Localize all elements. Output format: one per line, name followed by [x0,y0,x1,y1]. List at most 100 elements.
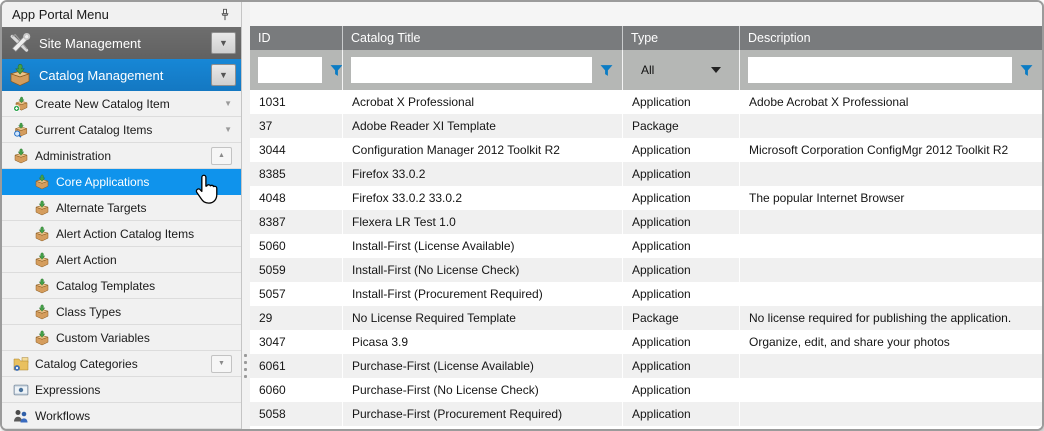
table-row[interactable]: 5058Purchase-First (Procurement Required… [250,402,1042,426]
table-cell-description [739,234,1042,258]
workflows-icon [12,407,29,424]
sidebar-item-core-applications[interactable]: Core Applications [2,169,241,195]
pin-icon[interactable] [217,7,233,23]
table-cell-type: Application [622,210,739,234]
column-header-description[interactable]: Description [739,26,1042,50]
table-cell-title: Install-First (No License Check) [342,258,622,282]
sidebar-item-label: Catalog Management [39,68,211,83]
table-filter-row: All [250,50,1042,90]
table-row[interactable]: 29No License Required TemplatePackageNo … [250,306,1042,330]
splitter[interactable] [242,2,250,429]
table-cell-id: 5057 [250,282,342,306]
chevron-up-icon[interactable]: ▲ [211,147,232,165]
table-cell-id: 8387 [250,210,342,234]
chevron-down-icon[interactable]: ▼ [224,100,232,108]
package-search-icon [12,121,29,138]
table-cell-title: Firefox 33.0.2 33.0.2 [342,186,622,210]
sidebar-item-alert-action[interactable]: Alert Action [2,247,241,273]
package-icon [12,147,29,164]
sidebar-item-label: Administration [35,149,211,163]
table-cell-title: Firefox 33.0.2 [342,162,622,186]
sidebar-item-label: Create New Catalog Item [35,97,224,111]
filter-funnel-icon[interactable] [600,64,614,77]
column-header-type[interactable]: Type [622,26,739,50]
table-row[interactable]: 8387Flexera LR Test 1.0Application [250,210,1042,234]
table-cell-title: Purchase-First (No License Check) [342,378,622,402]
table-cell-description: Microsoft Corporation ConfigMgr 2012 Too… [739,138,1042,162]
table-cell-id: 6061 [250,354,342,378]
package-icon [33,199,50,216]
table-row[interactable]: 5060Install-First (License Available)App… [250,234,1042,258]
chevron-down-icon[interactable]: ▼ [211,64,236,86]
sidebar-item-catalog-categories[interactable]: Catalog Categories▼ [2,351,241,377]
table-cell-description [739,114,1042,138]
table-cell-id: 5059 [250,258,342,282]
dropdown-arrow-icon [711,67,721,73]
table-row[interactable]: 37Adobe Reader XI TemplatePackage [250,114,1042,138]
sidebar-item-label: Site Management [39,36,211,51]
table-row[interactable]: 6060Purchase-First (No License Check)App… [250,378,1042,402]
sidebar-item-catalog-management[interactable]: Catalog Management▼ [2,59,241,91]
table-cell-id: 6060 [250,378,342,402]
description-filter-input[interactable] [748,57,1012,83]
table-cell-type: Application [622,138,739,162]
package-add-icon [12,95,29,112]
table-row[interactable]: 6061Purchase-First (License Available)Ap… [250,354,1042,378]
chevron-down-icon[interactable]: ▼ [224,126,232,134]
table-cell-title: Picasa 3.9 [342,330,622,354]
sidebar-item-label: Workflows [35,409,241,423]
table-row[interactable]: 8385Firefox 33.0.2Application [250,162,1042,186]
column-header-title[interactable]: Catalog Title [342,26,622,50]
table-cell-title: Adobe Reader XI Template [342,114,622,138]
package-icon [33,225,50,242]
sidebar-item-alert-action-catalog-items[interactable]: Alert Action Catalog Items [2,221,241,247]
table-row[interactable]: 5059Install-First (No License Check)Appl… [250,258,1042,282]
sidebar-item-alternate-targets[interactable]: Alternate Targets [2,195,241,221]
sidebar-item-class-types[interactable]: Class Types [2,299,241,325]
expressions-icon [12,381,29,398]
sidebar-item-administration[interactable]: Administration▲ [2,143,241,169]
sidebar-item-label: Alternate Targets [56,201,241,215]
package-icon [33,329,50,346]
sidebar-item-label: Alert Action Catalog Items [56,227,241,241]
table-cell-description: Organize, edit, and share your photos [739,330,1042,354]
table-cell-title: Install-First (Procurement Required) [342,282,622,306]
sidebar-item-create-new-catalog-item[interactable]: Create New Catalog Item▼ [2,91,241,117]
type-filter-value: All [635,63,711,77]
column-header-id[interactable]: ID [250,26,342,50]
content-area: ID Catalog Title Type Description [250,2,1042,429]
sidebar-item-label: Expressions [35,383,241,397]
package-icon [33,303,50,320]
sidebar-item-custom-variables[interactable]: Custom Variables [2,325,241,351]
table-row[interactable]: 3047Picasa 3.9ApplicationOrganize, edit,… [250,330,1042,354]
table-cell-type: Application [622,378,739,402]
filter-cell-description [739,50,1042,90]
sidebar-item-workflows[interactable]: Workflows [2,403,241,429]
table-cell-id: 29 [250,306,342,330]
table-row[interactable]: 5057Install-First (Procurement Required)… [250,282,1042,306]
content-top-strip [250,2,1042,26]
filter-funnel-icon[interactable] [1020,64,1034,77]
table-row[interactable]: 1031Acrobat X ProfessionalApplicationAdo… [250,90,1042,114]
sidebar-title-bar: App Portal Menu [2,2,241,27]
id-filter-input[interactable] [258,57,322,83]
sidebar-item-site-management[interactable]: Site Management▼ [2,27,241,59]
sidebar-item-catalog-templates[interactable]: Catalog Templates [2,273,241,299]
chevron-down-icon[interactable]: ▼ [211,355,232,373]
table-cell-description [739,162,1042,186]
title-filter-input[interactable] [351,57,592,83]
table-cell-type: Application [622,234,739,258]
sidebar-item-expressions[interactable]: Expressions [2,377,241,403]
sidebar-item-current-catalog-items[interactable]: Current Catalog Items▼ [2,117,241,143]
table-cell-description [739,210,1042,234]
chevron-down-icon[interactable]: ▼ [211,32,236,54]
table-row[interactable]: 3044Configuration Manager 2012 Toolkit R… [250,138,1042,162]
table-cell-description: No license required for publishing the a… [739,306,1042,330]
table-row[interactable]: 4048Firefox 33.0.2 33.0.2ApplicationThe … [250,186,1042,210]
table-cell-type: Application [622,402,739,426]
type-filter-select[interactable]: All [631,63,731,77]
package-icon [33,251,50,268]
table-cell-type: Application [622,258,739,282]
sidebar-item-list: Site Management▼Catalog Management▼Creat… [2,27,241,429]
table-cell-id: 1031 [250,90,342,114]
